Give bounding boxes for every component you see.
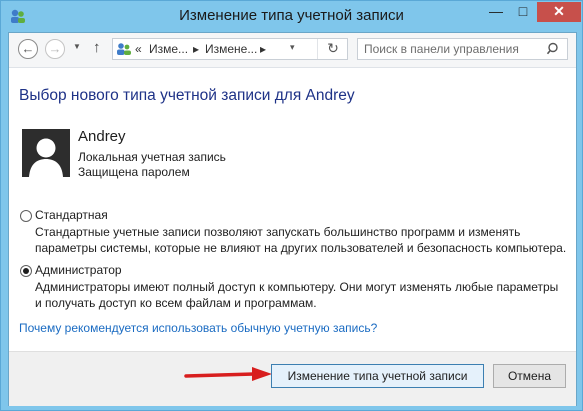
option-administrator-label[interactable]: Администратор xyxy=(35,263,122,277)
option-administrator-description: Администраторы имеют полный доступ к ком… xyxy=(35,279,575,311)
help-link[interactable]: Почему рекомендуется использовать обычну… xyxy=(19,321,377,335)
breadcrumb-separator[interactable]: ▸ xyxy=(260,42,266,56)
recent-locations-icon[interactable]: ▼ xyxy=(73,42,81,51)
refresh-icon[interactable]: ↻ xyxy=(317,39,348,59)
close-button[interactable]: ✕ xyxy=(537,2,581,22)
avatar xyxy=(22,129,70,177)
option-standard-description: Стандартные учетные записи позволяют зап… xyxy=(35,224,575,256)
breadcrumb-item-2[interactable]: Измене... xyxy=(205,42,257,56)
address-bar[interactable]: « Изме... ▸ Измене... ▸ ▾ ↻ xyxy=(112,38,348,60)
user-accounts-icon xyxy=(116,42,132,56)
description-line: и получать доступ ко всем файлам и прогр… xyxy=(35,296,317,310)
radio-administrator[interactable] xyxy=(20,265,32,277)
forward-button[interactable]: → xyxy=(45,39,65,59)
up-button[interactable]: ↑ xyxy=(93,39,101,56)
dialog-window: Изменение типа учетной записи — □ ✕ ← → … xyxy=(0,0,583,411)
cancel-button[interactable]: Отмена xyxy=(493,364,566,388)
description-line: Стандартные учетные записи позволяют зап… xyxy=(35,225,521,239)
option-standard-label[interactable]: Стандартная xyxy=(35,208,108,222)
page-title: Выбор нового типа учетной записи для And… xyxy=(19,87,355,104)
minimize-button[interactable]: — xyxy=(483,2,509,22)
breadcrumb-separator[interactable]: ▸ xyxy=(193,42,199,56)
navigation-bar: ← → ▼ ↑ « Изме... ▸ Измене... ▸ ▾ ↻ Поис… xyxy=(9,33,576,68)
description-line: Администраторы имеют полный доступ к ком… xyxy=(35,280,559,294)
title-bar[interactable]: Изменение типа учетной записи — □ ✕ xyxy=(1,1,582,32)
back-button[interactable]: ← xyxy=(18,39,38,59)
breadcrumb-overflow[interactable]: « xyxy=(135,42,142,56)
red-arrow xyxy=(184,365,274,385)
chevron-down-icon[interactable]: ▾ xyxy=(290,42,295,53)
account-type-label: Локальная учетная запись xyxy=(78,150,226,164)
user-name: Andrey xyxy=(78,128,126,145)
description-line: параметры системы, которые не влияют на … xyxy=(35,241,567,255)
search-input[interactable] xyxy=(364,41,534,57)
change-account-type-button[interactable]: Изменение типа учетной записи xyxy=(271,364,484,388)
client-area: ← → ▼ ↑ « Изме... ▸ Измене... ▸ ▾ ↻ Поис… xyxy=(8,32,577,406)
password-status-label: Защищена паролем xyxy=(78,165,190,179)
search-box[interactable] xyxy=(357,38,568,60)
search-icon[interactable] xyxy=(546,41,562,57)
radio-standard[interactable] xyxy=(20,210,32,222)
breadcrumb-item-1[interactable]: Изме... xyxy=(149,42,188,56)
button-bar: Изменение типа учетной записи Отмена xyxy=(9,351,576,406)
maximize-button[interactable]: □ xyxy=(510,2,536,22)
